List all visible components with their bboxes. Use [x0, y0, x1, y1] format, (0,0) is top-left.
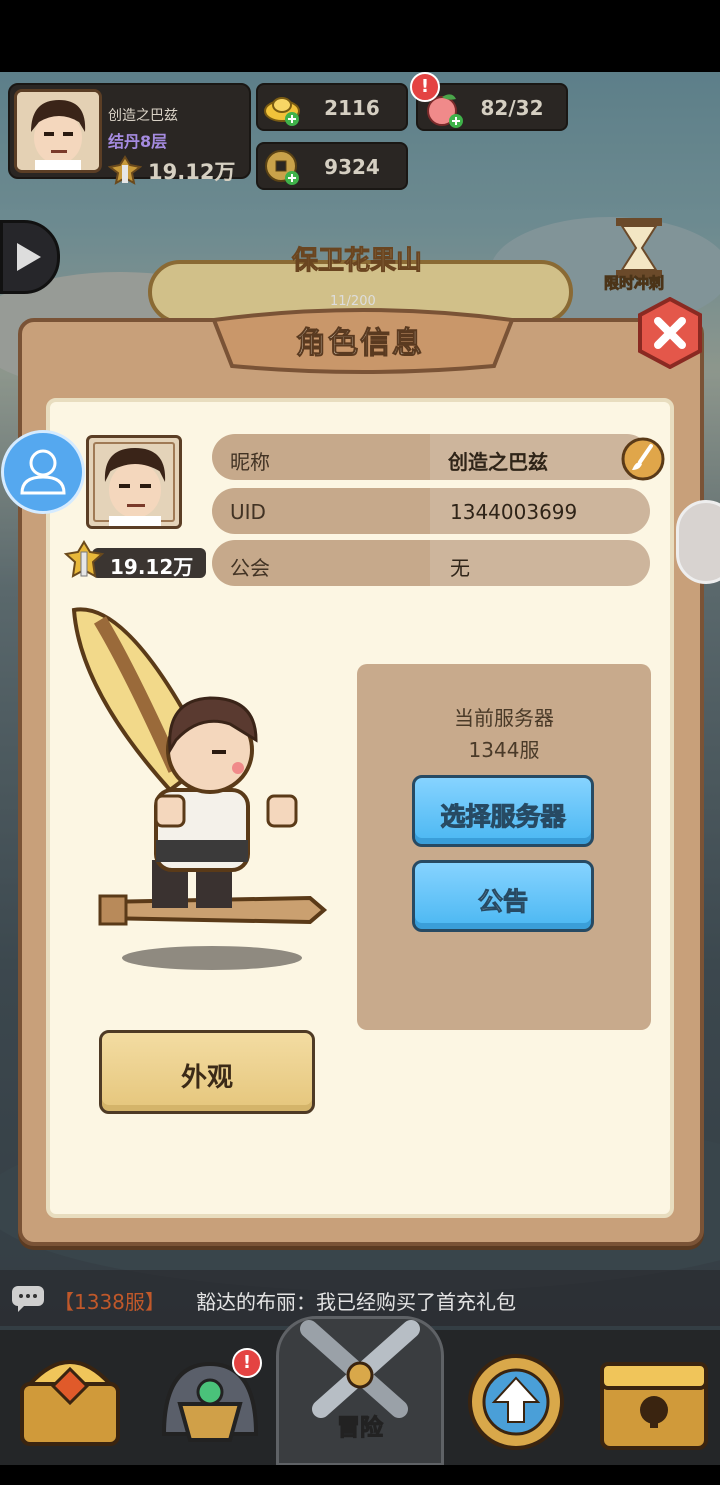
- hero-character: [71, 607, 328, 970]
- select-server-button[interactable]: 选择服务器: [412, 775, 594, 847]
- dialog-title: 角色信息: [296, 326, 424, 362]
- current-server-value: 1344服: [468, 738, 540, 762]
- close-icon[interactable]: [634, 297, 706, 369]
- player-name: 创造之巴兹: [108, 108, 178, 124]
- appearance-button[interactable]: 外观: [99, 1030, 315, 1114]
- select-server-label: 选择服务器: [440, 802, 566, 832]
- uid-row: UID 1344003699: [212, 488, 650, 534]
- crossed-swords-icon: [300, 1320, 420, 1418]
- character-power-badge: 19.12万: [62, 540, 208, 582]
- current-server-label: 当前服务器: [454, 706, 554, 730]
- notice-button[interactable]: 公告: [412, 860, 594, 932]
- character-power-value: 19.12万: [110, 555, 194, 579]
- notice-label: 公告: [477, 887, 528, 917]
- chat-message: 豁达的布丽：我已经购买了首充礼包: [196, 1290, 516, 1314]
- player-power: 19.12万: [148, 160, 236, 184]
- side-float-button[interactable]: [676, 500, 720, 584]
- nickname-label: 昵称: [230, 450, 270, 474]
- treasure-shrine-icon[interactable]: [10, 1344, 130, 1456]
- user-icon: [20, 449, 66, 495]
- uid-value: 1344003699: [450, 500, 578, 524]
- limited-sprint-label: 限时冲刺: [603, 274, 665, 293]
- chat-icon: [12, 1286, 44, 1312]
- game-screen: 创造之巴兹 结丹8层 19.12万 2116 82/32 ! 9324 保卫花果…: [0, 72, 720, 1465]
- player-avatar: [14, 89, 102, 173]
- gold-ingot-value: 2116: [324, 96, 380, 120]
- locked-chest-icon[interactable]: [594, 1344, 714, 1456]
- player-realm: 结丹8层: [108, 132, 168, 151]
- stage-title: 保卫花果山: [291, 246, 423, 277]
- guild-row: 公会 无: [212, 540, 650, 586]
- chat-server-tag: 【1338服】: [54, 1290, 165, 1314]
- player-card[interactable]: 创造之巴兹 结丹8层 19.12万: [8, 83, 251, 185]
- adventure-label: 冒险: [337, 1415, 384, 1442]
- peach-value: 82/32: [480, 96, 544, 120]
- user-profile-button[interactable]: [1, 430, 85, 514]
- play-icon: [17, 243, 41, 271]
- nickname-value: 创造之巴兹: [448, 450, 548, 474]
- adventure-tab[interactable]: [276, 1316, 444, 1465]
- equipment-alert-badge: !: [232, 1348, 262, 1378]
- upgrade-arrow-icon[interactable]: [456, 1344, 576, 1456]
- character-portrait: [86, 435, 182, 529]
- guild-value: 无: [450, 556, 470, 580]
- side-play-button[interactable]: [0, 220, 60, 294]
- appearance-label: 外观: [180, 1063, 233, 1093]
- peach-alert-badge: !: [410, 72, 440, 102]
- nickname-row: 昵称 创造之巴兹: [212, 434, 650, 480]
- coin-value: 9324: [324, 155, 380, 179]
- gold-ingot-counter[interactable]: 2116: [256, 83, 408, 131]
- coin-counter[interactable]: 9324: [256, 142, 408, 190]
- power-icon: [108, 155, 142, 185]
- brush-icon[interactable]: [620, 436, 666, 482]
- uid-label: UID: [230, 500, 266, 524]
- power-icon: [63, 540, 105, 578]
- guild-label: 公会: [230, 556, 270, 580]
